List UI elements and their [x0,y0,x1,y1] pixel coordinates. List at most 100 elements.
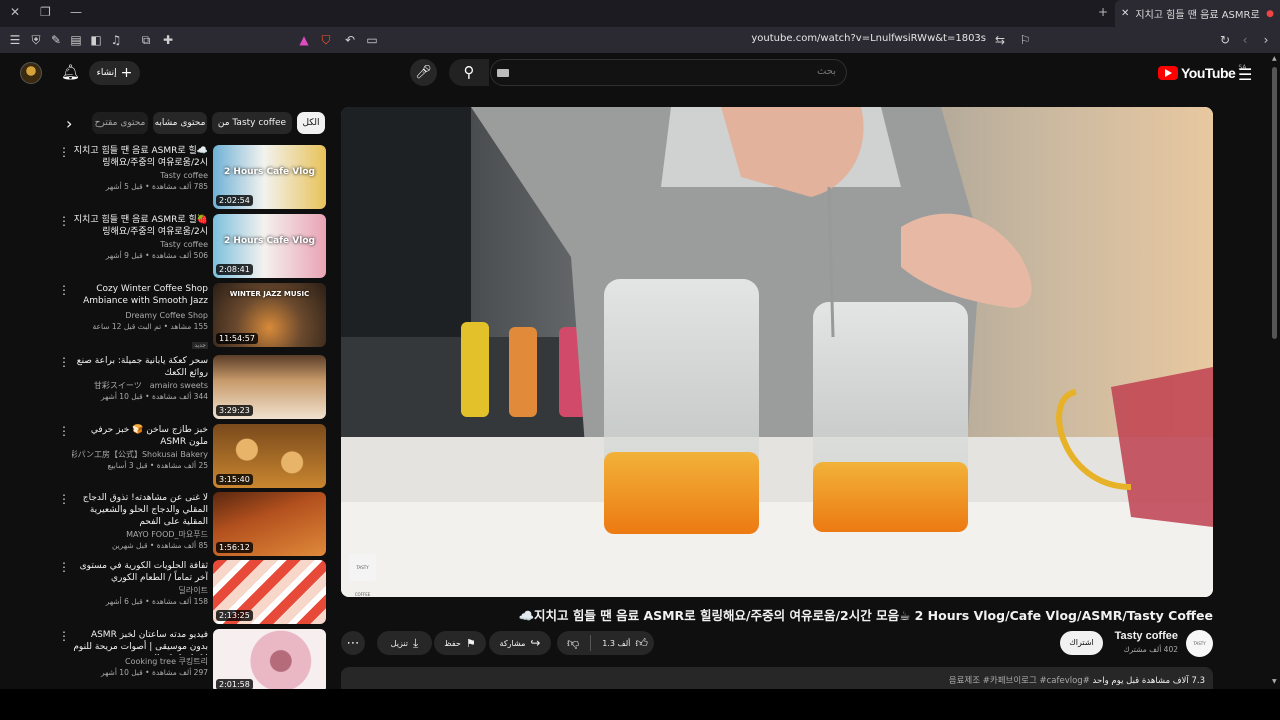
page-scrollbar[interactable]: ▲ ▼ [1270,53,1280,689]
guide-menu-icon[interactable]: ☰ [1238,65,1252,84]
create-button[interactable]: إنشاء + [89,61,140,85]
related-channel[interactable]: MAYO FOOD_마요푸드 [72,529,208,540]
related-channel[interactable]: Tasty coffee [72,239,208,250]
related-title[interactable]: Cozy Winter Coffee Shop Ambiance with Sm… [72,283,208,309]
list-item[interactable]: ⋮ ☁️지치고 힘들 땐 음료 ASMR로 힐링해요/주중의 여유로움/2시 T… [50,145,326,209]
list-item[interactable]: ⋮ فيديو مدته ساعتان لخبز ASMR بدون موسيق… [50,629,326,693]
related-title[interactable]: لا غنى عن مشاهدته! تذوق الدجاج المقلي وا… [72,492,208,528]
related-thumbnail[interactable]: 3:29:23 [213,355,326,419]
more-options-icon[interactable]: ⋮ [58,493,70,505]
related-title[interactable]: 🍓지치고 힘들 땐 음료 ASMR로 힐링해요/주중의 여유로움/2시 [72,214,208,238]
close-tab-icon[interactable]: ✕ [1121,8,1129,19]
restore-window-icon[interactable]: ❐ [40,5,51,19]
more-options-icon[interactable]: ⋮ [58,561,70,573]
back-icon[interactable]: ‹ [1237,32,1253,48]
youtube-logo[interactable]: YouTube SA [1158,64,1246,81]
more-options-icon[interactable]: ⋮ [58,146,70,158]
channel-avatar[interactable]: TASTY COFFEE [1186,630,1213,673]
video-player[interactable]: TASTY COFFEE [341,107,1213,597]
triangle-icon[interactable]: ▲ [296,32,312,48]
like-icon[interactable]: 👍︎ [635,636,648,651]
keyboard-icon[interactable] [497,69,509,77]
hashtags[interactable]: #음료제조 #카페브이로그 #cafevlog [949,676,1090,686]
related-title[interactable]: فيديو مدته ساعتان لخبز ASMR بدون موسيقى … [72,629,208,655]
reload-page-icon[interactable]: ↶ [342,32,358,48]
chevron-right-icon[interactable]: › [66,114,72,133]
voice-search-microphone-icon[interactable]: 🎤︎ [410,59,437,86]
related-thumbnail[interactable]: 1:56:12 [213,492,326,556]
channel-name[interactable]: Tasty coffee [1115,630,1178,642]
search-input[interactable]: بحث [490,59,847,86]
chip-all[interactable]: الكل [297,112,325,134]
scroll-down-icon[interactable]: ▼ [1272,678,1277,685]
related-title[interactable]: ☁️지치고 힘들 땐 음료 ASMR로 힐링해요/주중의 여유로움/2시 [72,145,208,169]
brush-icon[interactable]: ✎ [48,32,64,48]
related-channel[interactable]: 甘彩スイーツ amairo sweets [72,380,208,391]
extensions-icon[interactable]: ✚ [160,32,176,48]
more-options-icon[interactable]: ⋮ [58,215,70,227]
related-title[interactable]: سحر كعكة يابانية جميلة: براعة صنع روائع … [72,355,208,379]
like-count[interactable]: 1.3 ألف [602,639,630,648]
download-button[interactable]: تنزيل ⤓ [377,631,432,655]
refresh-icon[interactable]: ↻ [1217,32,1233,48]
list-item[interactable]: ⋮ لا غنى عن مشاهدته! تذوق الدجاج المقلي … [50,492,326,556]
brave-icon[interactable]: ⛉ [318,32,334,48]
sidebar-icon[interactable]: ◧ [88,32,104,48]
channel-watermark[interactable]: TASTY COFFEE [349,554,376,597]
more-actions-button[interactable]: ⋯ [341,631,365,655]
new-tab-icon[interactable]: + [1098,5,1108,19]
list-item[interactable]: ⋮ خبز طازج ساخن 🍞 خبز حرفي ملون ASMR 食彩パ… [50,424,326,488]
notifications-bell-icon[interactable]: 🔔︎ [61,63,80,81]
chip-from-channel[interactable]: من Tasty coffee [212,112,292,134]
related-thumbnail[interactable]: 2 Hours Cafe Vlog 2:02:54 [213,145,326,209]
related-thumbnail[interactable]: 2 Hours Cafe Vlog 2:08:41 [213,214,326,278]
related-channel[interactable]: Tasty coffee [72,170,208,181]
close-window-icon[interactable]: ✕ [10,5,20,19]
avatar[interactable] [20,62,42,84]
related-channel[interactable]: Cooking tree 쿠킹트리 [72,656,208,667]
forward-icon[interactable]: › [1258,32,1274,48]
more-options-icon[interactable]: ⋮ [58,356,70,368]
shield-icon[interactable]: ⛨ [28,32,44,48]
music-icon[interactable]: ♫ [108,32,124,48]
list-item[interactable]: ⋮ سحر كعكة يابانية جميلة: براعة صنع روائ… [50,355,326,419]
chip-suggested[interactable]: محتوى مقترح [92,112,148,134]
related-channel[interactable]: 딜라이트 [72,585,208,596]
related-views: 85 ألف مشاهدة • قبل شهرين [111,541,208,550]
share-button[interactable]: مشاركة ↪ [489,631,551,655]
subscribe-button[interactable]: اشتراك [1060,631,1103,655]
address-bar[interactable]: youtube.com/watch?v=LnulfwsiRWw&t=1803s [700,33,986,44]
more-options-icon[interactable]: ⋮ [58,284,70,296]
more-options-icon[interactable]: ⋮ [58,630,70,642]
scroll-up-icon[interactable]: ▲ [1272,55,1277,62]
active-tab[interactable]: ✕ 지치고 힘들 땐 음료 ASMR로 ● [1115,0,1280,27]
dislike-icon[interactable]: 👎︎ [567,636,579,651]
reader-icon[interactable]: ▭ [364,32,380,48]
related-title[interactable]: ثقافة الحلويات الكورية في مستوى آخر تمام… [72,560,208,584]
screenshot-icon[interactable]: ⧉ [138,32,154,48]
save-button[interactable]: حفظ ⚑ [434,631,486,655]
related-thumbnail[interactable]: 2:13:25 [213,560,326,624]
bookmark-icon[interactable]: ⚐ [1017,32,1033,48]
minimize-window-icon[interactable]: — [70,5,82,19]
more-options-icon[interactable]: ⋮ [58,425,70,437]
chip-similar[interactable]: محتوى مشابه [153,112,207,134]
related-thumbnail[interactable]: WINTER JAZZ MUSIC 11:54:57 [213,283,326,347]
scrollbar-thumb[interactable] [1272,67,1277,339]
site-settings-icon[interactable]: ⇆ [992,32,1008,48]
related-thumbnail[interactable]: 2:01:58 [213,629,326,693]
search-icon[interactable]: ⚲ [449,59,489,86]
related-thumbnail[interactable]: 3:15:40 [213,424,326,488]
related-channel[interactable]: 食彩パン工房【公式】Shokusai Bakery ... [72,449,208,460]
thumbnail-caption: 2 Hours Cafe Vlog [224,236,315,246]
related-title[interactable]: خبز طازج ساخن 🍞 خبز حرفي ملون ASMR [72,424,208,448]
menu-icon[interactable]: ☰ [7,32,23,48]
audio-icon[interactable]: ● [1266,9,1274,19]
description-box[interactable]: 7.3 آلاف مشاهدة قبل يوم واحد #음료제조 #카페브이… [341,667,1213,689]
list-item[interactable]: ⋮ Cozy Winter Coffee Shop Ambiance with … [50,283,326,349]
related-channel[interactable]: Dreamy Coffee Shop [72,310,208,321]
tabs-icon[interactable]: ▤ [68,32,84,48]
list-item[interactable]: ⋮ 🍓지치고 힘들 땐 음료 ASMR로 힐링해요/주중의 여유로움/2시 Ta… [50,214,326,278]
list-item[interactable]: ⋮ ثقافة الحلويات الكورية في مستوى آخر تم… [50,560,326,624]
views-and-date: 7.3 آلاف مشاهدة قبل يوم واحد [1092,676,1205,686]
